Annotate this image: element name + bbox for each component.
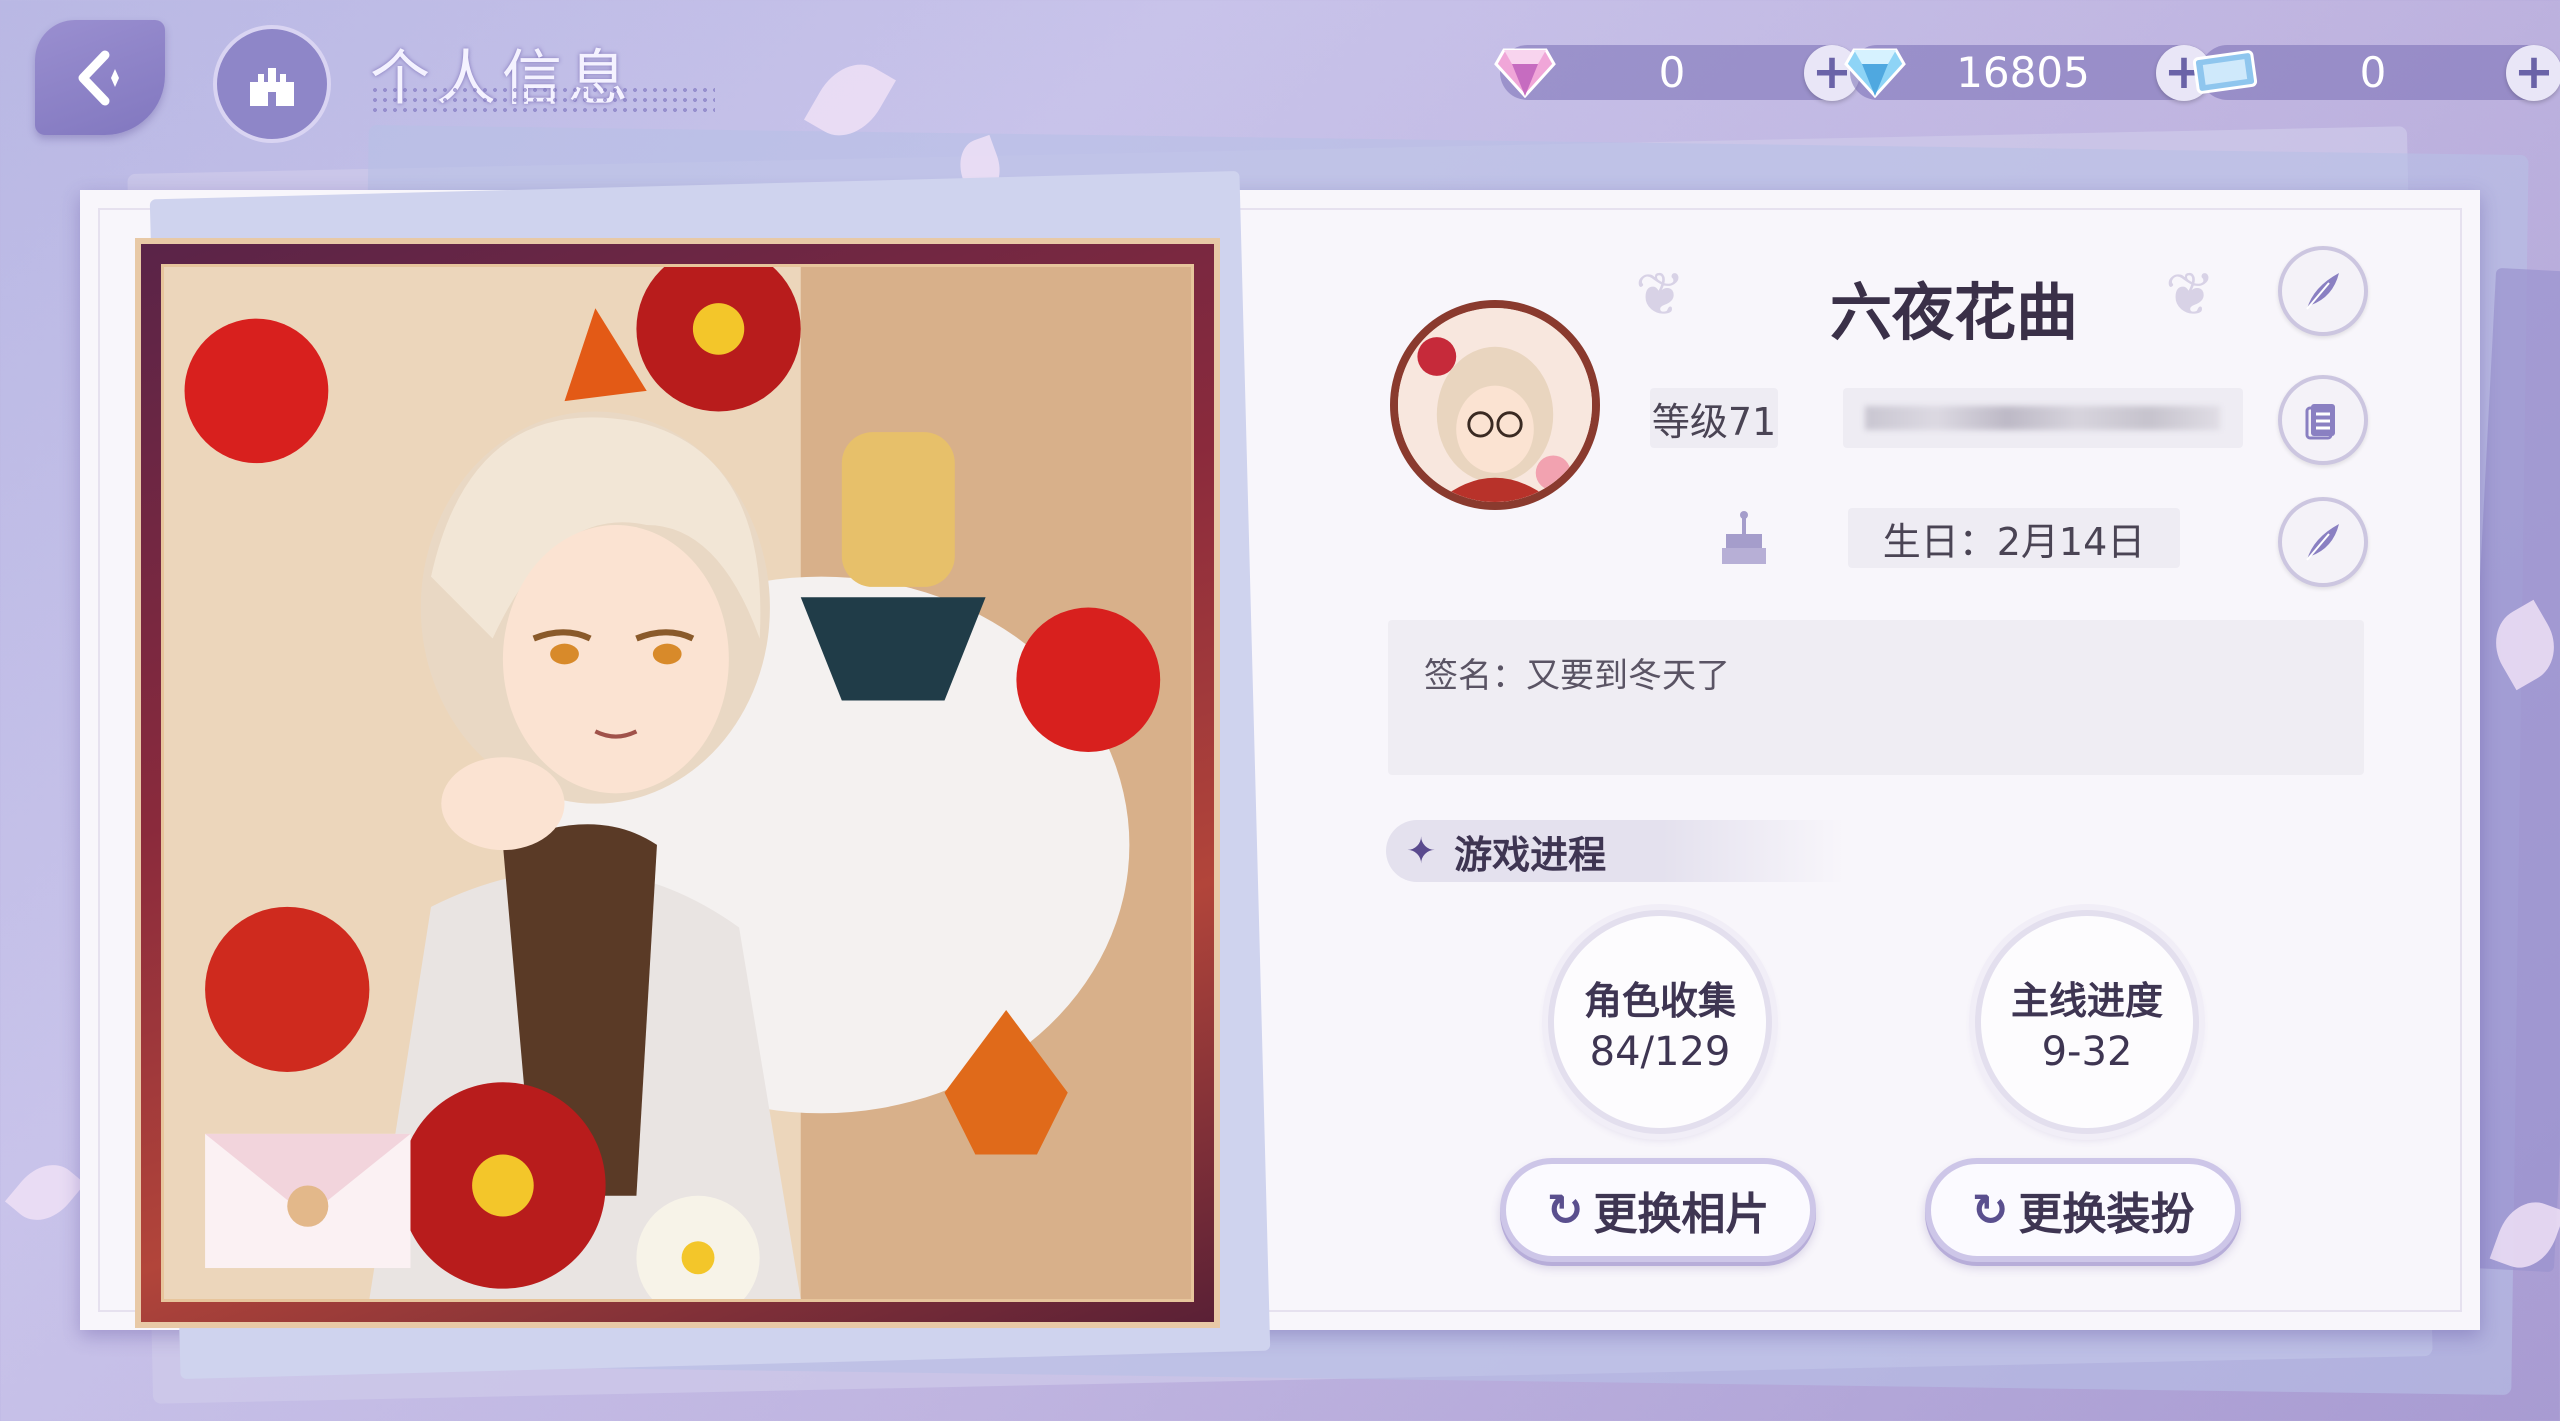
currency-diamond: 16805 + xyxy=(1844,44,2212,101)
button-label: 更换装扮 xyxy=(2018,1189,2195,1240)
home-button[interactable] xyxy=(213,25,331,143)
progress-heading: 游戏进程 xyxy=(1454,832,1607,877)
avatar-portrait xyxy=(1398,308,1592,502)
avatar[interactable] xyxy=(1390,300,1600,510)
player-name: 六夜花曲 xyxy=(1830,276,2079,349)
blue-diamond-icon xyxy=(1840,37,1910,107)
document-icon xyxy=(2305,404,2335,440)
edit-name-button[interactable] xyxy=(2278,246,2368,336)
edit-birthday-button[interactable] xyxy=(2278,497,2368,587)
blurred-uid xyxy=(1865,406,2220,430)
ticket-icon xyxy=(2190,37,2260,107)
title-decoration xyxy=(370,85,715,115)
refresh-icon: ↻ xyxy=(1971,1184,2009,1236)
back-arrow-icon xyxy=(78,50,119,105)
character-illustration xyxy=(164,267,1191,1299)
pink-gem-icon xyxy=(1490,37,1560,107)
badge-label: 角色收集 xyxy=(1583,978,1736,1023)
badge-label: 主线进度 xyxy=(2010,978,2163,1023)
sparkle-icon: ✦ xyxy=(1406,830,1437,872)
castle-icon xyxy=(250,68,294,106)
feather-pen-icon xyxy=(2306,524,2339,561)
player-level: 等级71 xyxy=(1650,388,1778,448)
back-button[interactable] xyxy=(35,20,165,135)
petal-decoration xyxy=(4,1151,86,1234)
button-label: 更换相片 xyxy=(1593,1189,1770,1240)
refresh-icon: ↻ xyxy=(1546,1184,1584,1236)
signature-box[interactable]: 签名：又要到冬天了 xyxy=(1388,620,2364,775)
laurel-left-icon: ❦ xyxy=(1635,260,1686,330)
character-portrait xyxy=(135,238,1220,1328)
currency-ticket: 0 + xyxy=(2192,44,2560,101)
copy-uid-button[interactable] xyxy=(2278,375,2368,465)
signature-text: 签名：又要到冬天了 xyxy=(1424,656,1730,696)
badge-value: 84/129 xyxy=(1589,1028,1731,1075)
main-story-badge: 主线进度 9-32 xyxy=(1975,910,2199,1134)
currency-pink-gem: 0 + xyxy=(1494,44,1860,101)
progress-section-header: ✦ 游戏进程 xyxy=(1386,820,1846,882)
player-uid-blurred xyxy=(1843,388,2243,448)
feather-pen-icon xyxy=(2306,273,2339,310)
laurel-right-icon: ❦ xyxy=(2165,260,2216,330)
add-ticket-button[interactable]: + xyxy=(2506,44,2560,101)
portrait-art xyxy=(161,264,1194,1302)
character-collection-badge: 角色收集 84/129 xyxy=(1548,910,1772,1134)
badge-value: 9-32 xyxy=(2041,1028,2133,1075)
change-photo-button[interactable]: ↻ 更换相片 xyxy=(1500,1158,1816,1262)
birthday-cake-icon xyxy=(1718,508,1770,572)
change-outfit-button[interactable]: ↻ 更换装扮 xyxy=(1925,1158,2241,1262)
birthday-field: 生日：2月14日 xyxy=(1848,508,2180,568)
